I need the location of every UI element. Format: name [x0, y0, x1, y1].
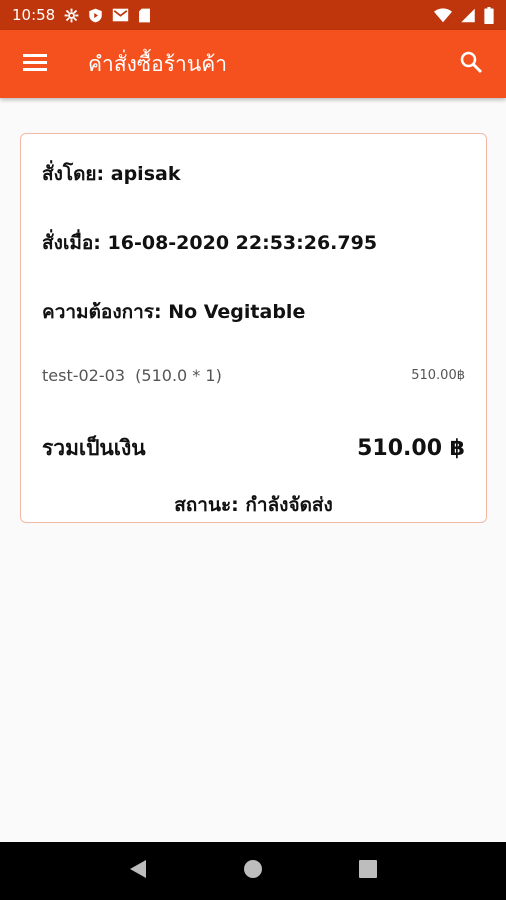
shield-play-icon: [88, 8, 103, 23]
menu-button[interactable]: [0, 30, 70, 98]
total-row: รวมเป็นเงิน 510.00 ฿: [42, 432, 465, 465]
search-button[interactable]: [436, 30, 506, 98]
status-time: 10:58: [12, 6, 56, 24]
total-label: รวมเป็นเงิน: [42, 436, 146, 460]
battery-icon: [484, 6, 494, 24]
recents-icon: [359, 860, 378, 882]
page-title: คำสั่งซื้อร้านค้า: [88, 51, 228, 76]
list-item: test-02-03 (510.0 * 1) 510.00฿: [42, 366, 465, 385]
home-button[interactable]: [233, 851, 273, 891]
recents-button[interactable]: [348, 851, 388, 891]
search-icon: [459, 50, 483, 78]
wifi-icon: [434, 7, 452, 23]
order-card[interactable]: สั่งโดย: apisak สั่งเมื่อ: 16-08-2020 22…: [20, 133, 487, 523]
ordered-by: สั่งโดย: apisak: [42, 163, 181, 185]
status-left: 10:58: [12, 6, 151, 24]
gmail-icon: [112, 8, 129, 22]
settings-icon: [64, 8, 79, 23]
home-icon: [243, 859, 263, 883]
item-amount: 510.00฿: [411, 368, 465, 383]
signal-icon: [460, 8, 476, 23]
back-icon: [129, 859, 147, 883]
status-bar: 10:58: [0, 0, 506, 30]
total-value: 510.00 ฿: [357, 436, 465, 461]
hamburger-menu-icon: [23, 52, 47, 76]
order-status: สถานะ: กำลังจัดส่ง: [174, 494, 333, 516]
app-bar: คำสั่งซื้อร้านค้า: [0, 30, 506, 98]
sd-card-icon: [138, 8, 151, 23]
item-name: test-02-03 (510.0 * 1): [42, 366, 222, 385]
back-button[interactable]: [118, 851, 158, 891]
status-right: [434, 6, 494, 24]
requirement: ความต้องการ: No Vegitable: [42, 301, 306, 323]
system-nav-bar: [0, 842, 506, 900]
ordered-at: สั่งเมื่อ: 16-08-2020 22:53:26.795: [42, 232, 378, 254]
